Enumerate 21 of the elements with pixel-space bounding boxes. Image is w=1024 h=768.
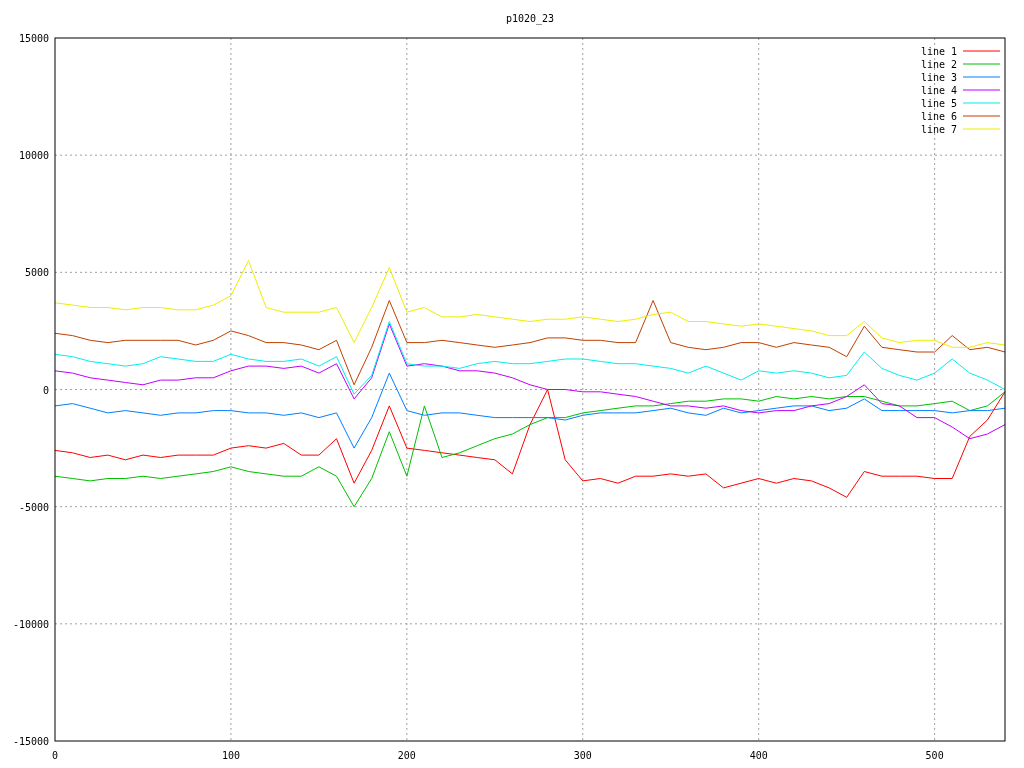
x-tick-label: 200 — [397, 750, 416, 761]
x-tick-label: 0 — [52, 750, 58, 761]
legend-label: line 7 — [920, 124, 957, 135]
legend-label: line 3 — [920, 72, 957, 83]
y-tick-label: -15000 — [12, 736, 49, 747]
y-tick-label: 5000 — [24, 267, 49, 279]
legend-label: line 5 — [920, 98, 957, 109]
y-tick-label: 15000 — [18, 33, 49, 44]
x-tick-label: 100 — [221, 750, 240, 761]
y-tick-label: 0 — [42, 384, 49, 396]
x-tick-label: 300 — [573, 750, 592, 761]
legend-label: line 6 — [920, 111, 957, 122]
chart-title: p1020_23 — [505, 13, 555, 24]
y-tick-label: -5000 — [18, 501, 49, 513]
y-tick-label: -10000 — [12, 618, 49, 630]
legend-label: line 1 — [920, 46, 957, 57]
x-tick-label: 500 — [925, 750, 944, 761]
legend-label: line 2 — [920, 59, 957, 70]
y-tick-label: 10000 — [18, 150, 49, 162]
x-tick-label: 400 — [749, 750, 768, 761]
legend-label: line 4 — [920, 85, 957, 96]
